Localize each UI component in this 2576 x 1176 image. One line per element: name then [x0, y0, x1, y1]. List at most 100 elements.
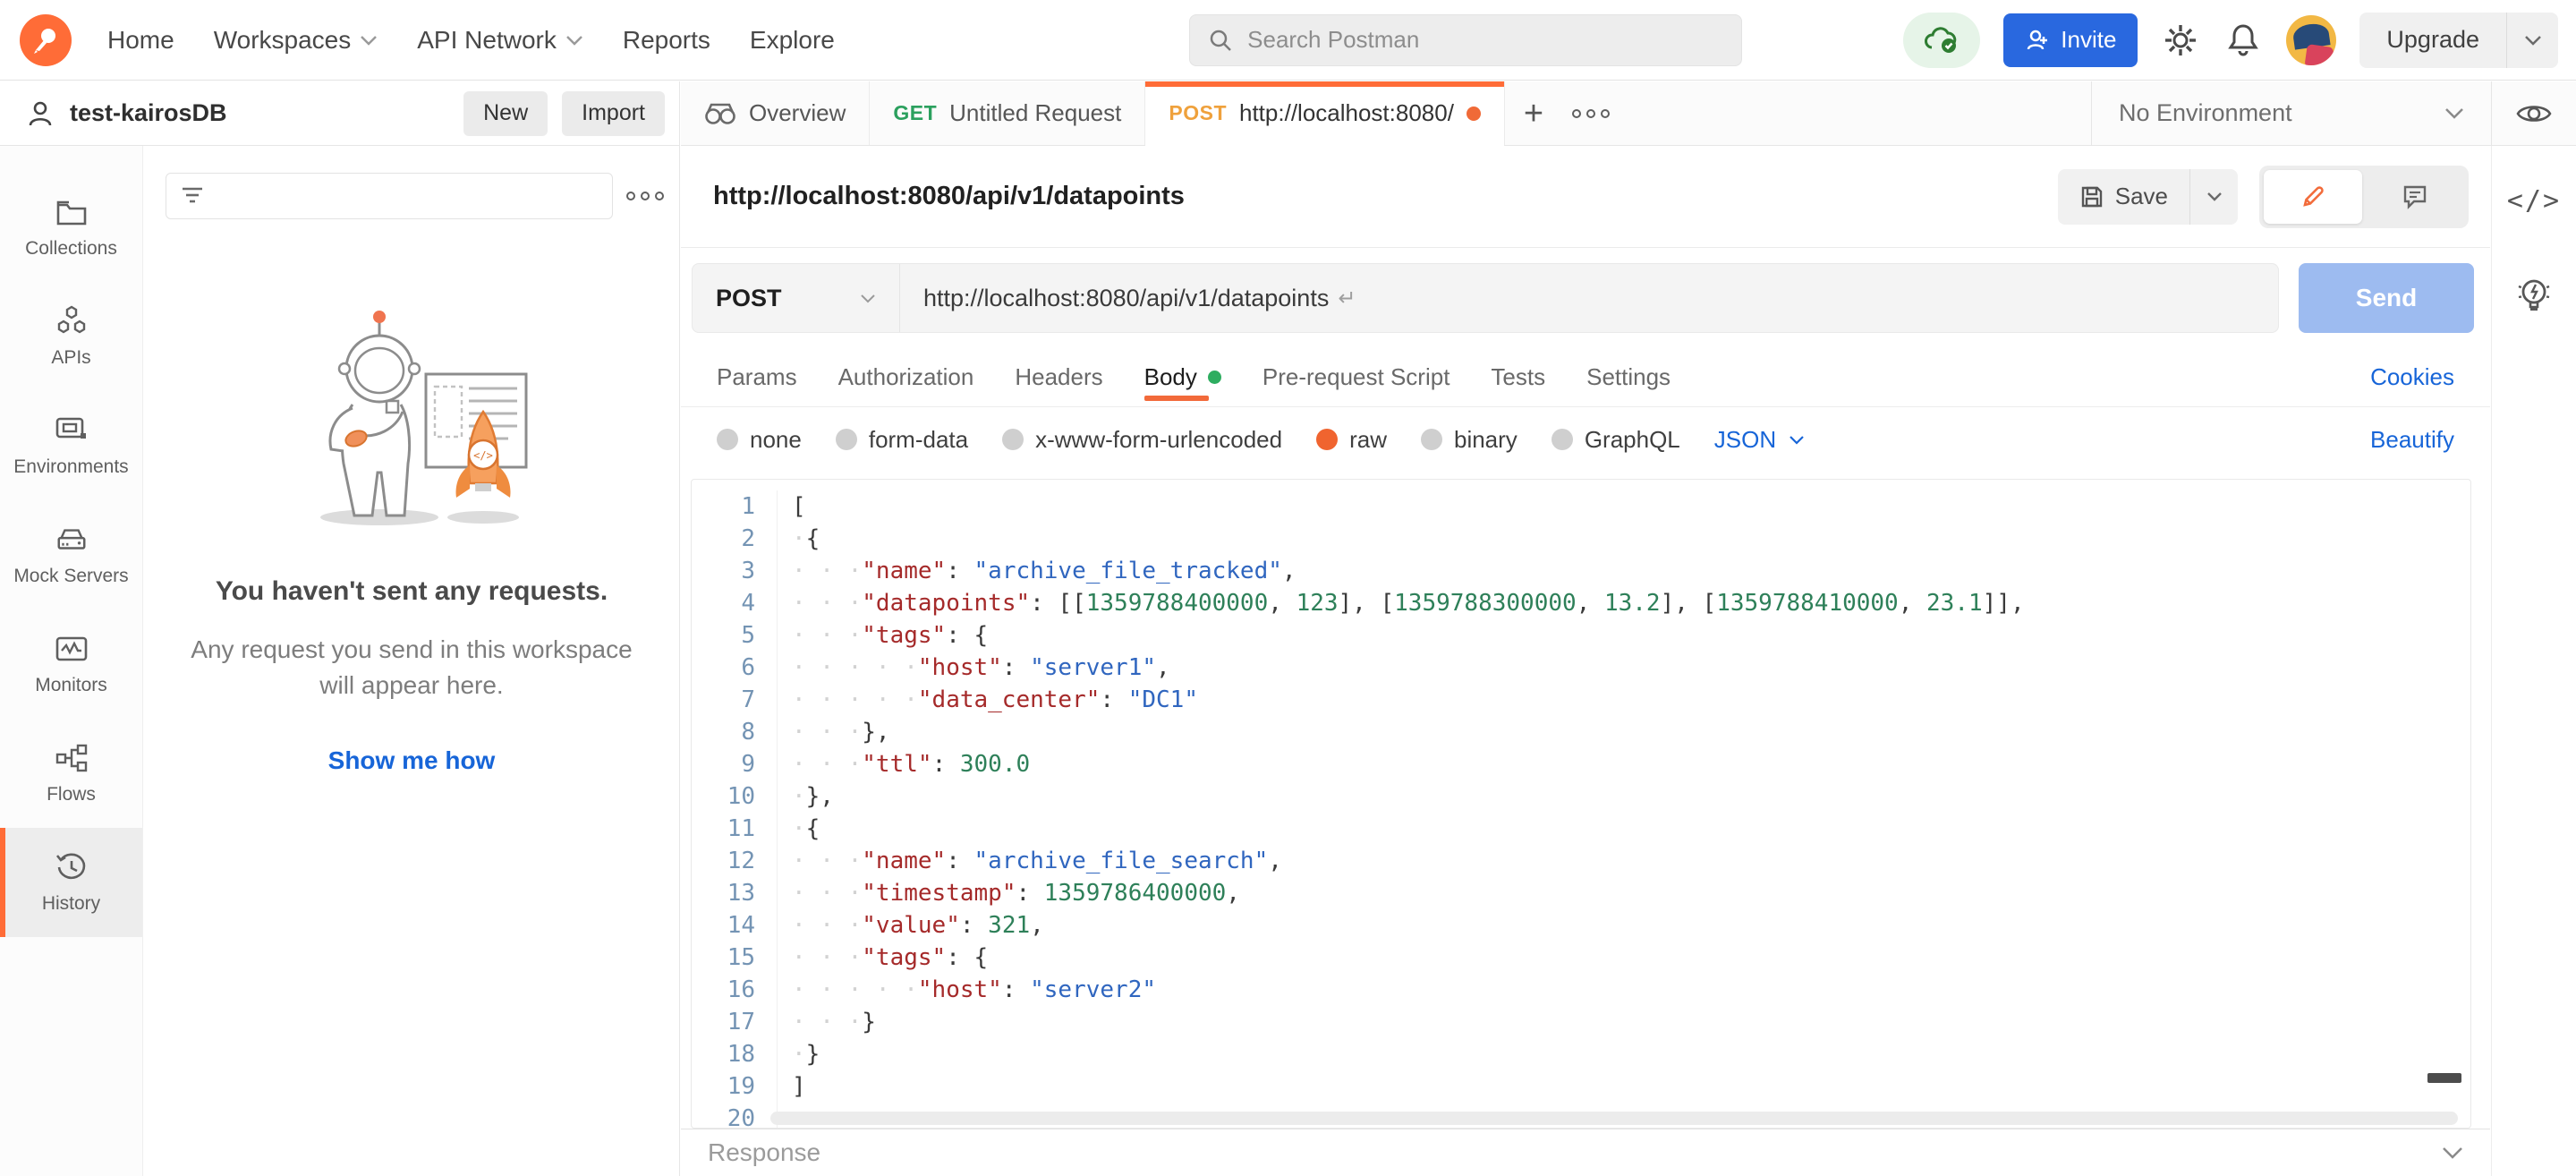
postman-logo-icon[interactable] [20, 14, 72, 66]
sidebar-item-mock-servers[interactable]: Mock Servers [0, 500, 142, 609]
sidebar-item-collections[interactable]: Collections [0, 173, 142, 282]
expand-response-button[interactable] [2442, 1146, 2463, 1159]
code-line-content: · · ·"ttl": 300.0 [778, 748, 1030, 780]
line-number: 15 [692, 942, 778, 974]
user-avatar[interactable] [2286, 15, 2336, 65]
import-button[interactable]: Import [562, 91, 665, 136]
method-selector[interactable]: POST [693, 264, 900, 332]
bodytype-binary[interactable]: binary [1421, 426, 1518, 454]
tab-post-active[interactable]: POST http://localhost:8080/ [1145, 81, 1505, 145]
nav-explore[interactable]: Explore [750, 26, 835, 55]
editor-line[interactable]: 19] [692, 1070, 2470, 1103]
history-filter-box[interactable] [166, 173, 613, 219]
nav-workspaces[interactable]: Workspaces [214, 26, 378, 55]
editor-line[interactable]: 12· · ·"name": "archive_file_search", [692, 845, 2470, 877]
global-search[interactable] [1189, 14, 1742, 66]
settings-gear-icon[interactable] [2161, 21, 2200, 60]
history-filter-input[interactable] [215, 183, 598, 209]
tab-tests[interactable]: Tests [1491, 348, 1545, 406]
show-me-how-link[interactable]: Show me how [328, 746, 496, 775]
request-tabstrip: Overview GET Untitled Request POST http:… [681, 81, 2576, 146]
save-options-caret[interactable] [2189, 169, 2238, 225]
history-more-button[interactable] [625, 176, 665, 216]
nav-home[interactable]: Home [107, 26, 174, 55]
upgrade-caret[interactable] [2506, 13, 2558, 68]
workspace-name[interactable]: test-kairosDB [70, 99, 449, 127]
editor-line[interactable]: 8· · ·}, [692, 716, 2470, 748]
code-line-content: · · ·"timestamp": 1359786400000, [778, 877, 1240, 909]
environment-quicklook-button[interactable] [2491, 81, 2576, 145]
tab-body[interactable]: Body [1144, 348, 1221, 406]
invite-button[interactable]: Invite [2003, 13, 2138, 67]
edit-mode-button[interactable] [2264, 170, 2362, 224]
search-icon [1208, 28, 1233, 53]
upgrade-button[interactable]: Upgrade [2359, 13, 2506, 68]
comment-icon [2402, 183, 2428, 210]
editor-line[interactable]: 3· · ·"name": "archive_file_tracked", [692, 555, 2470, 587]
tab-get-untitled[interactable]: GET Untitled Request [870, 81, 1145, 145]
sidebar-item-apis[interactable]: APIs [0, 282, 142, 391]
line-number: 19 [692, 1070, 778, 1103]
code-line-content: · · ·"value": 321, [778, 909, 1044, 942]
bodytype-none[interactable]: none [717, 426, 802, 454]
editor-line[interactable]: 5· · ·"tags": { [692, 619, 2470, 652]
editor-line[interactable]: 14· · ·"value": 321, [692, 909, 2470, 942]
comment-mode-button[interactable] [2366, 170, 2464, 224]
search-input[interactable] [1247, 26, 1723, 54]
new-tab-button[interactable]: + [1505, 81, 1562, 145]
line-number: 7 [692, 684, 778, 716]
bodytype-graphql[interactable]: GraphQL [1552, 426, 1680, 454]
tab-headers[interactable]: Headers [1015, 348, 1102, 406]
lightbulb-icon[interactable] [2514, 276, 2554, 319]
line-number: 4 [692, 587, 778, 619]
code-line-content: · · ·"name": "archive_file_tracked", [778, 555, 1297, 587]
save-button[interactable]: Save [2058, 169, 2189, 225]
tab-pre-request-script[interactable]: Pre-request Script [1262, 348, 1450, 406]
code-snippet-icon[interactable]: </> [2507, 185, 2561, 217]
tab-options-button[interactable] [1562, 81, 1620, 145]
raw-language-selector[interactable]: JSON [1714, 426, 1805, 454]
url-bar: POST http://localhost:8080/api/v1/datapo… [692, 263, 2279, 333]
request-title[interactable]: http://localhost:8080/api/v1/datapoints [713, 182, 2058, 211]
editor-line[interactable]: 10·}, [692, 780, 2470, 813]
cookies-link[interactable]: Cookies [2370, 363, 2454, 391]
body-code-editor[interactable]: 1[2·{3· · ·"name": "archive_file_tracked… [691, 479, 2471, 1129]
editor-line[interactable]: 4· · ·"datapoints": [[1359788400000, 123… [692, 587, 2470, 619]
editor-line[interactable]: 1[ [692, 490, 2470, 523]
bodytype-urlencoded[interactable]: x-www-form-urlencoded [1002, 426, 1282, 454]
code-line-content: [ [778, 490, 806, 523]
sidebar-item-history[interactable]: History [0, 828, 142, 937]
nav-api-network[interactable]: API Network [417, 26, 583, 55]
beautify-link[interactable]: Beautify [2370, 426, 2454, 454]
url-input[interactable]: http://localhost:8080/api/v1/datapoints … [900, 264, 2278, 332]
notifications-bell-icon[interactable] [2223, 21, 2263, 60]
editor-line[interactable]: 7· · · · ·"data_center": "DC1" [692, 684, 2470, 716]
editor-line[interactable]: 16· · · · ·"host": "server2" [692, 974, 2470, 1006]
bodytype-form-data[interactable]: form-data [836, 426, 968, 454]
editor-line[interactable]: 2·{ [692, 523, 2470, 555]
environment-selector[interactable]: No Environment [2091, 81, 2491, 145]
editor-line[interactable]: 13· · ·"timestamp": 1359786400000, [692, 877, 2470, 909]
editor-scrollbar-thumb[interactable] [2427, 1073, 2461, 1083]
editor-line[interactable]: 17· · ·} [692, 1006, 2470, 1038]
editor-line[interactable]: 15· · ·"tags": { [692, 942, 2470, 974]
new-button[interactable]: New [463, 91, 548, 136]
editor-horizontal-scrollbar[interactable] [770, 1112, 2458, 1125]
send-button[interactable]: Send [2299, 263, 2474, 333]
sync-status-badge[interactable] [1903, 13, 1980, 68]
tab-settings[interactable]: Settings [1586, 348, 1671, 406]
radio-icon [1002, 429, 1024, 450]
sidebar-item-environments[interactable]: Environments [0, 391, 142, 500]
tab-params[interactable]: Params [717, 348, 797, 406]
editor-line[interactable]: 9· · ·"ttl": 300.0 [692, 748, 2470, 780]
editor-line[interactable]: 18·} [692, 1038, 2470, 1070]
tab-authorization[interactable]: Authorization [838, 348, 974, 406]
sidebar-item-monitors[interactable]: Monitors [0, 609, 142, 719]
line-number: 3 [692, 555, 778, 587]
editor-line[interactable]: 11·{ [692, 813, 2470, 845]
tab-overview[interactable]: Overview [681, 81, 870, 145]
nav-reports[interactable]: Reports [623, 26, 710, 55]
sidebar-item-flows[interactable]: Flows [0, 719, 142, 828]
editor-line[interactable]: 6· · · · ·"host": "server1", [692, 652, 2470, 684]
bodytype-raw[interactable]: raw [1316, 426, 1387, 454]
